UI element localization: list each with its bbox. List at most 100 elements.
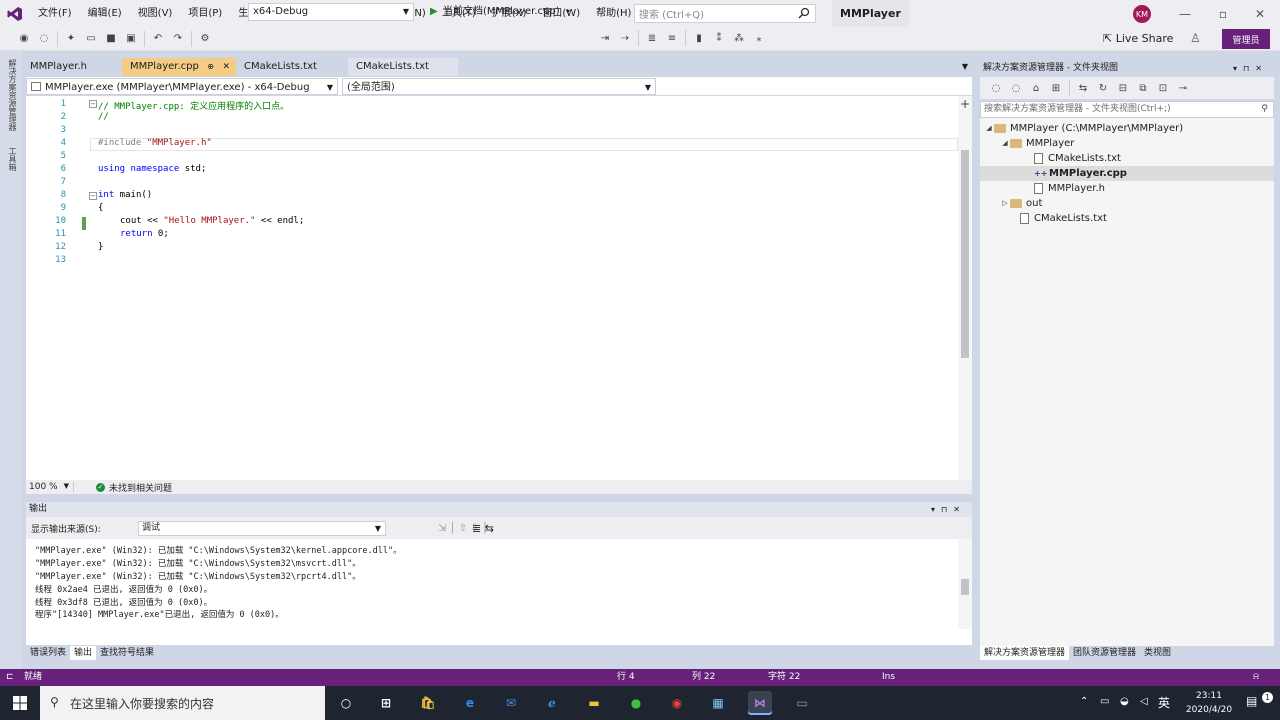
file-explorer-icon[interactable]: ▬ (582, 691, 606, 715)
output-scrollbar-thumb[interactable] (961, 579, 969, 595)
left-tab-toolbox[interactable]: 工具箱 (4, 147, 18, 171)
close-tab-icon[interactable]: ✕ (222, 58, 230, 76)
pane-controls-icon[interactable]: ▾⊓✕ (1233, 61, 1268, 76)
tree-item-root[interactable]: ◢ MMPlayer (C:\MMPlayer\MMPlayer) (984, 121, 1183, 136)
live-share-button[interactable]: ⇱ Live Share (1103, 27, 1173, 51)
code-editor[interactable]: 1 2 3 4 5 6 7 8 9 10 11 12 13 − − // MMP… (26, 96, 972, 480)
pane-controls-icon[interactable]: ▾⊓✕ (931, 502, 966, 517)
sync-icon[interactable]: ⇆ (1075, 80, 1091, 96)
tab-team-explorer[interactable]: 团队资源管理器 (1069, 646, 1140, 660)
issues-indicator[interactable]: ✓ 未找到相关问题 (96, 481, 172, 494)
tab-mmplayer-cpp[interactable]: MMPlayer.cpp ⊕ ✕ (122, 58, 236, 76)
ime-indicator[interactable]: 英 (1158, 694, 1170, 711)
network-icon[interactable]: ▭ (1100, 696, 1109, 707)
save-all-icon[interactable]: ▣ (123, 31, 139, 47)
tab-find-symbol-results[interactable]: 查找符号结果 (96, 646, 158, 660)
split-plus-icon[interactable]: + (960, 97, 970, 111)
tab-list-chevron-icon[interactable]: ▼ (962, 58, 968, 76)
tree-item-mmplayer-cpp[interactable]: ++ MMPlayer.cpp (980, 166, 1274, 181)
feedback-icon[interactable]: ♙ (1190, 31, 1201, 45)
zoom-dropdown[interactable]: 100 % ▼ (26, 482, 74, 492)
tab-mmplayer-h[interactable]: MMPlayer.h (22, 58, 122, 76)
switch-views-icon[interactable]: ⊞ (1048, 80, 1064, 96)
mail-icon[interactable]: ✉ (499, 691, 523, 715)
menu-file[interactable]: 文件(F) (30, 0, 80, 27)
step-icon[interactable]: ⇥ (597, 30, 613, 46)
outdent-icon[interactable]: ≡ (664, 30, 680, 46)
bookmark-next-icon[interactable]: ⁂ (731, 30, 747, 46)
tab-cmakelists-1[interactable]: CMakeLists.txt (236, 58, 348, 76)
wechat-icon[interactable]: ● (624, 691, 648, 715)
collapse-icon[interactable]: − (89, 192, 97, 200)
run-target-button[interactable]: ▶ 当前文档(MMPlayer.cpp) ▾ (427, 3, 570, 21)
tab-error-list[interactable]: 错误列表 (26, 646, 70, 660)
project-target-dropdown[interactable]: MMPlayer.exe (MMPlayer\MMPlayer.exe) - x… (26, 78, 338, 95)
pin-icon[interactable]: ⊸ (1175, 80, 1191, 96)
new-project-icon[interactable]: ✦ (63, 31, 79, 47)
scope-dropdown[interactable]: (全局范围) ▼ (342, 78, 656, 95)
taskbar-search-input[interactable]: ⚲ 在这里输入你要搜索的内容 (40, 686, 325, 720)
edge-icon[interactable]: e (458, 691, 482, 715)
volume-icon[interactable]: ◁ (1140, 696, 1148, 707)
windows-start-icon[interactable] (0, 686, 40, 720)
expanded-arrow-icon[interactable]: ◢ (1000, 136, 1010, 151)
collapsed-arrow-icon[interactable]: ▷ (1000, 196, 1010, 211)
notification-center-icon[interactable]: ▤ (1246, 694, 1257, 708)
chrome-icon[interactable]: ◉ (665, 691, 689, 715)
system-clock[interactable]: 23:11 2020/4/20 (1180, 689, 1238, 717)
output-scrollbar[interactable] (958, 539, 972, 629)
maximize-icon[interactable]: ▫ (1213, 4, 1233, 24)
configuration-icon[interactable]: ⚙ (197, 31, 213, 47)
configuration-dropdown[interactable]: x64-Debug ▼ (248, 3, 414, 21)
back-icon[interactable]: ◌ (988, 80, 1004, 96)
admin-badge[interactable]: 管理员 (1222, 29, 1270, 49)
preview-icon[interactable]: ⊡ (1155, 80, 1171, 96)
output-source-dropdown[interactable]: 调试 ▼ (138, 521, 386, 536)
solution-explorer-search[interactable]: 搜索解决方案资源管理器 - 文件夹视图(Ctrl+;) ⚲ (980, 101, 1274, 118)
notification-bell-icon[interactable]: ⍾ (1253, 669, 1259, 686)
tab-solution-explorer[interactable]: 解决方案资源管理器 (980, 646, 1070, 660)
tree-item-mmplayer-h[interactable]: MMPlayer.h (1034, 181, 1105, 196)
tray-chevron-icon[interactable]: ⌃ (1080, 696, 1088, 707)
menu-view[interactable]: 视图(V) (130, 0, 181, 27)
refresh-icon[interactable]: ↻ (1095, 80, 1111, 96)
show-all-files-icon[interactable]: ⧉ (1135, 80, 1151, 96)
menu-help[interactable]: 帮助(H) (588, 0, 639, 27)
bookmark-clear-icon[interactable]: ⁎ (751, 30, 767, 46)
expanded-arrow-icon[interactable]: ◢ (984, 121, 994, 136)
visual-studio-logo-icon[interactable] (0, 0, 30, 27)
toggle-wrap-icon[interactable]: ≣ ⇆ (472, 522, 494, 535)
bookmark-icon[interactable]: ▮ (691, 30, 707, 46)
step-over-icon[interactable]: ⇢ (617, 30, 633, 46)
pin-icon[interactable]: ⊕ (207, 58, 214, 76)
back-icon[interactable]: ◉ (16, 31, 32, 47)
task-view-icon[interactable]: ⊞ (374, 691, 398, 715)
avatar[interactable]: KM (1133, 5, 1151, 23)
redo-icon[interactable]: ↷ (170, 31, 186, 47)
wifi-icon[interactable]: ◒ (1120, 696, 1129, 707)
tree-item-cmakelists[interactable]: CMakeLists.txt (1034, 151, 1121, 166)
indent-icon[interactable]: ≣ (644, 30, 660, 46)
forward-icon[interactable]: ◌ (1008, 80, 1024, 96)
undo-icon[interactable]: ↶ (150, 31, 166, 47)
ie-icon[interactable]: ℯ (540, 691, 564, 715)
tab-cmakelists-2[interactable]: CMakeLists.txt (348, 58, 458, 76)
close-icon[interactable]: ✕ (1250, 4, 1270, 24)
bookmark-prev-icon[interactable]: ⁑ (711, 30, 727, 46)
tab-class-view[interactable]: 类视图 (1140, 646, 1175, 660)
tree-item-project[interactable]: ◢ MMPlayer (1000, 136, 1074, 151)
output-window-icon[interactable]: ⊏ (6, 669, 14, 686)
forward-icon[interactable]: ◌ (36, 31, 52, 47)
tree-item-out[interactable]: ▷ out (1000, 196, 1042, 211)
save-icon[interactable]: ■ (103, 31, 119, 47)
collapse-icon[interactable]: − (89, 100, 97, 108)
terminal-icon[interactable]: ▭ (790, 691, 814, 715)
chevron-down-icon[interactable]: ▾ (566, 7, 570, 16)
app-icon[interactable]: ▦ (706, 691, 730, 715)
collapse-all-icon[interactable]: ⊟ (1115, 80, 1131, 96)
menu-project[interactable]: 项目(P) (180, 0, 230, 27)
editor-scrollbar-thumb[interactable] (961, 150, 969, 358)
menu-edit[interactable]: 编辑(E) (80, 0, 130, 27)
word-wrap-icon[interactable] (444, 522, 448, 535)
open-file-icon[interactable]: ▭ (83, 31, 99, 47)
